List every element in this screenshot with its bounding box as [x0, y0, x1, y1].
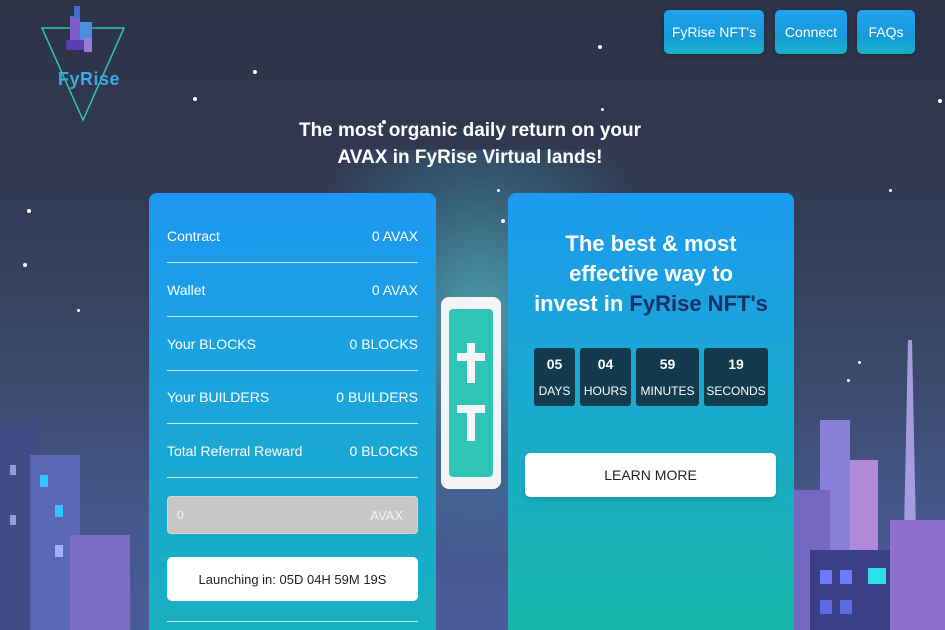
- countdown-value: 05: [546, 356, 563, 372]
- star: [598, 45, 602, 49]
- countdown-timer: 05 DAYS 04 HOURS 59 MINUTES 19 SECONDS: [534, 348, 768, 406]
- countdown-label: SECONDS: [706, 384, 766, 398]
- amount-unit: AVAX: [370, 507, 403, 523]
- star: [601, 108, 604, 111]
- stat-label: Contract: [167, 227, 220, 244]
- tether-token-icon: [441, 297, 501, 489]
- star: [77, 309, 80, 312]
- promo-prefix: invest in: [534, 291, 630, 316]
- headline-line-2: AVAX in FyRise Virtual lands!: [337, 147, 603, 168]
- stat-value: 0 BUILDERS: [336, 388, 418, 405]
- faqs-button[interactable]: FAQs: [857, 10, 915, 54]
- divider: [167, 621, 418, 622]
- stat-label: Total Referral Reward: [167, 442, 303, 459]
- stat-value: 0 AVAX: [371, 227, 418, 244]
- countdown-value: 04: [597, 356, 614, 372]
- city-left-illustration: [0, 425, 130, 630]
- fyrise-logo[interactable]: FyRise: [38, 2, 128, 122]
- launching-countdown-button[interactable]: Launching in: 05D 04H 59M 19S: [167, 557, 418, 601]
- countdown-hours: 04 HOURS: [580, 348, 631, 406]
- stat-row-builders: Your BUILDERS 0 BUILDERS: [167, 370, 418, 424]
- countdown-minutes: 59 MINUTES: [636, 348, 699, 406]
- countdown-label: DAYS: [538, 384, 571, 398]
- star: [253, 70, 257, 74]
- promo-line-1: The best & most: [565, 231, 737, 256]
- countdown-value: 19: [728, 356, 744, 372]
- countdown-days: 05 DAYS: [534, 348, 575, 406]
- avax-amount-input[interactable]: 0 AVAX: [167, 496, 418, 534]
- promo-title: The best & most effective way to invest …: [518, 229, 784, 319]
- logo-triangle-icon: [40, 6, 126, 122]
- connect-wallet-button[interactable]: Connect: [775, 10, 847, 54]
- stat-label: Your BLOCKS: [167, 335, 256, 352]
- stat-label: Wallet: [167, 281, 206, 298]
- promo-line-3: invest in FyRise NFT's: [518, 289, 784, 319]
- stat-value: 0 BLOCKS: [349, 442, 418, 459]
- star: [497, 189, 500, 192]
- stat-value: 0 AVAX: [371, 281, 418, 298]
- star: [501, 219, 505, 223]
- countdown-label: HOURS: [583, 384, 628, 398]
- countdown-label: MINUTES: [640, 384, 695, 398]
- nav-fyrise-nfts-button[interactable]: FyRise NFT's: [664, 10, 764, 54]
- stat-value: 0 BLOCKS: [349, 335, 418, 352]
- countdown-seconds: 19 SECONDS: [704, 348, 768, 406]
- logo-text: FyRise: [58, 69, 121, 89]
- promo-line-2: effective way to: [569, 261, 733, 286]
- countdown-value: 59: [659, 356, 676, 372]
- headline-line-1: The most organic daily return on your: [298, 120, 642, 141]
- stat-row-blocks: Your BLOCKS 0 BLOCKS: [167, 317, 418, 371]
- learn-more-button[interactable]: LEARN MORE: [525, 453, 776, 497]
- stat-row-wallet: Wallet 0 AVAX: [167, 263, 418, 317]
- stat-label: Your BUILDERS: [167, 388, 270, 405]
- city-right-illustration: [790, 340, 945, 630]
- stat-row-contract: Contract 0 AVAX: [167, 209, 418, 263]
- promo-panel: The best & most effective way to invest …: [508, 193, 794, 630]
- star: [27, 209, 31, 213]
- amount-value: 0: [177, 508, 184, 522]
- star: [193, 97, 197, 101]
- stats-panel: Contract 0 AVAX Wallet 0 AVAX Your BLOCK…: [149, 193, 436, 630]
- star: [23, 263, 27, 267]
- promo-accent: FyRise NFT's: [629, 291, 768, 316]
- star: [889, 189, 892, 192]
- page-headline: The most organic daily return on your AV…: [260, 117, 680, 171]
- stat-row-referral-reward: Total Referral Reward 0 BLOCKS: [167, 424, 418, 478]
- star: [938, 99, 942, 103]
